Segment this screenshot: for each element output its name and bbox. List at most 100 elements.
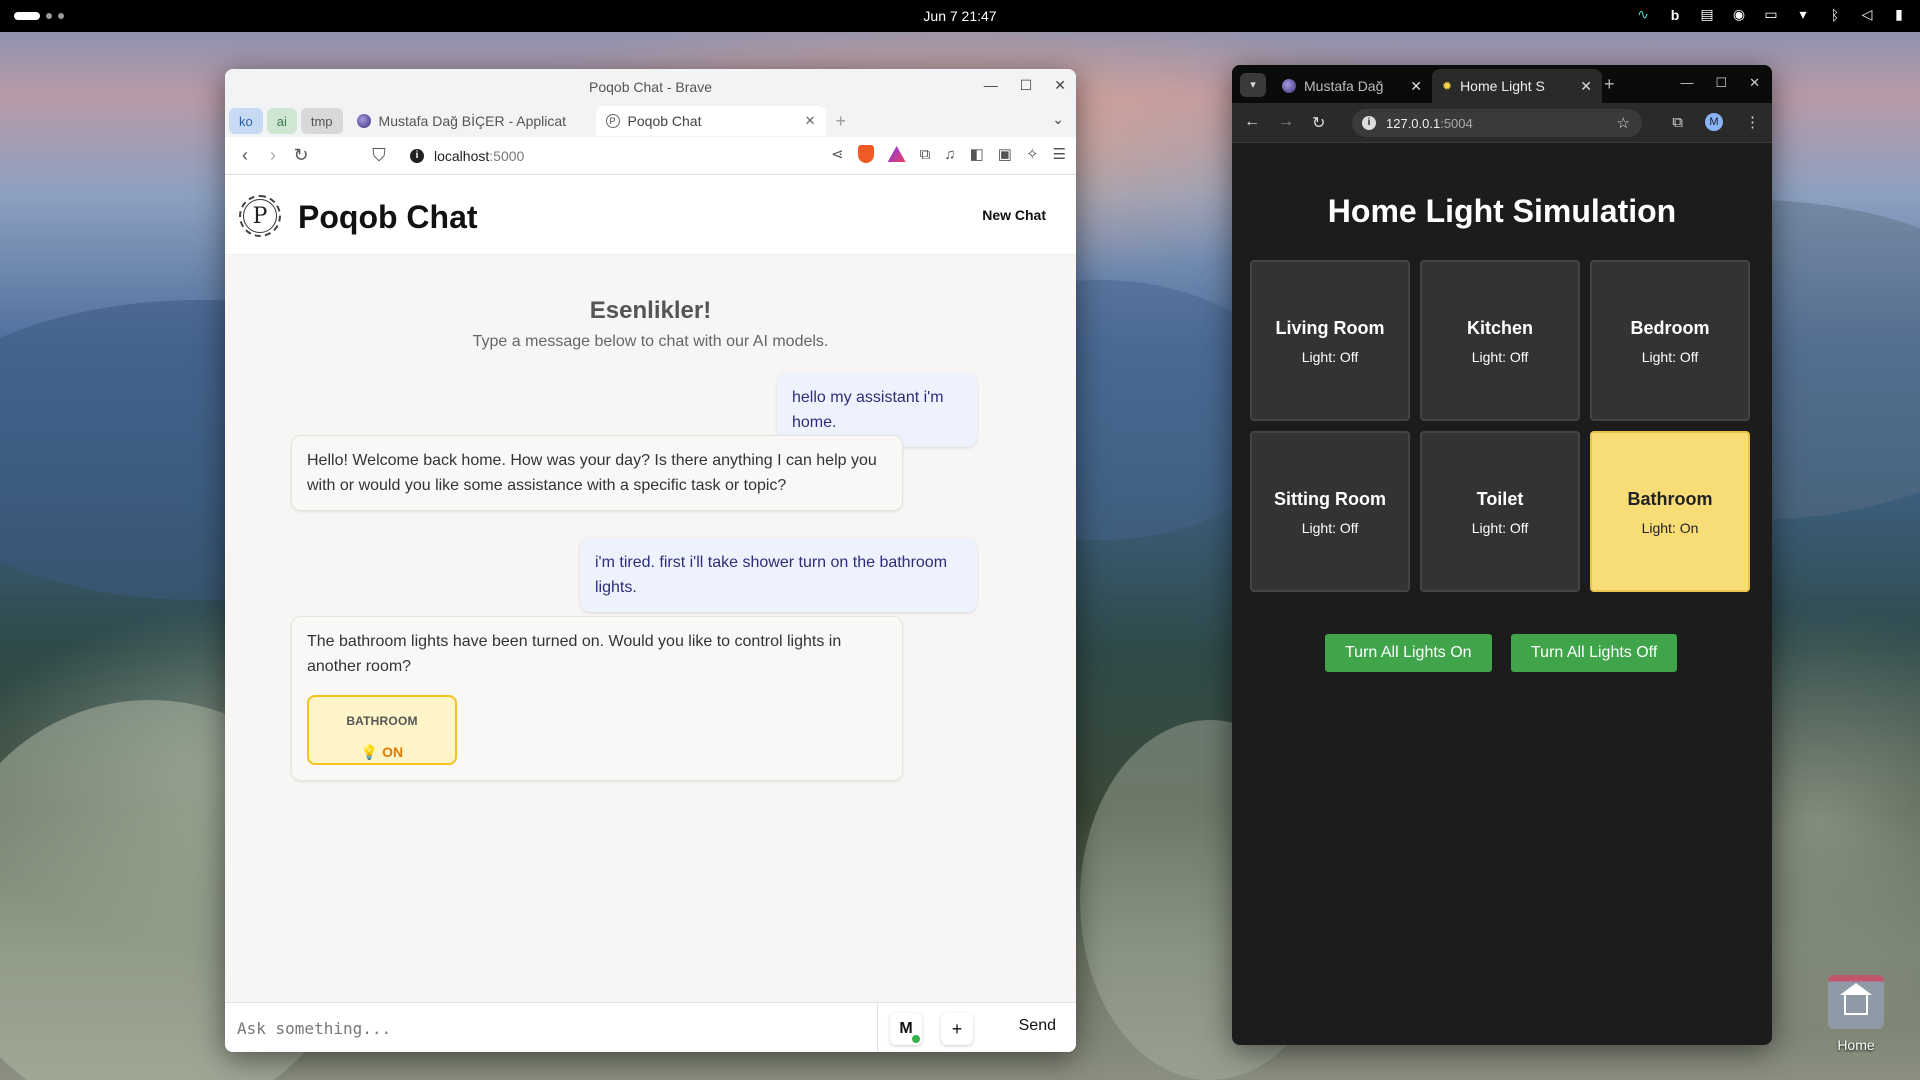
- chat-input-bar: M + Send: [225, 1002, 1076, 1052]
- reload-icon[interactable]: ↻: [287, 145, 315, 166]
- room-card-kitchen[interactable]: Kitchen Light: Off: [1420, 260, 1580, 421]
- new-tab-button[interactable]: +: [1604, 74, 1615, 95]
- battery-icon[interactable]: ▮: [1892, 6, 1906, 23]
- close-icon[interactable]: ✕: [1054, 77, 1066, 94]
- window-title: Poqob Chat - Brave: [589, 79, 712, 95]
- chat-input[interactable]: [225, 1003, 878, 1052]
- maximize-icon[interactable]: ☐: [1020, 77, 1033, 94]
- assistant-message: The bathroom lights have been turned on.…: [291, 616, 903, 781]
- tab-label: Mustafa Dağ: [1304, 78, 1384, 94]
- tab-poqob-chat[interactable]: P Poqob Chat ✕: [595, 106, 826, 136]
- tab-strip: ko ai tmp Mustafa Dağ BİÇER - Applicat P…: [225, 105, 1076, 137]
- media-icon[interactable]: ♫: [944, 146, 955, 163]
- room-light-state: Light: Off: [1301, 349, 1359, 365]
- globe-icon: [356, 114, 371, 128]
- menu-icon[interactable]: ⋮: [1745, 113, 1760, 131]
- room-card-bedroom[interactable]: Bedroom Light: Off: [1590, 260, 1750, 421]
- forward-icon[interactable]: ›: [259, 145, 287, 166]
- system-top-bar: Jun 7 21:47 ∿ b ▤ ◉ ▭ ▾ ᛒ ◁ ▮: [0, 0, 1920, 32]
- sidebar-icon[interactable]: ◧: [970, 145, 984, 163]
- maximize-icon[interactable]: ☐: [1715, 75, 1727, 91]
- bing-icon[interactable]: b: [1668, 7, 1682, 23]
- clipboard-icon[interactable]: ▤: [1700, 6, 1714, 23]
- wifi-icon[interactable]: ▾: [1796, 6, 1810, 23]
- wallet-icon[interactable]: ▣: [998, 145, 1012, 163]
- poqob-favicon: P: [605, 114, 620, 128]
- steam-icon[interactable]: ◉: [1732, 6, 1746, 23]
- turn-all-lights-off-button[interactable]: Turn All Lights Off: [1511, 634, 1678, 672]
- close-icon[interactable]: ✕: [1749, 75, 1760, 91]
- tab-search-chevron-icon[interactable]: ⌄: [1052, 111, 1064, 128]
- minimize-icon[interactable]: —: [1680, 75, 1693, 91]
- url-port: :5004: [1440, 115, 1473, 131]
- tab-group-ko[interactable]: ko: [229, 108, 263, 134]
- menu-icon[interactable]: ☰: [1053, 145, 1066, 163]
- close-tab-icon[interactable]: ✕: [1410, 78, 1422, 95]
- brave-shields-icon[interactable]: [857, 145, 874, 163]
- extensions-icon[interactable]: ⧉: [1672, 114, 1683, 131]
- url-port: :5000: [489, 148, 525, 164]
- greeting-subtitle: Type a message below to chat with our AI…: [472, 333, 829, 350]
- globe-icon: [1282, 79, 1296, 93]
- poqob-logo: P: [239, 195, 281, 237]
- user-message: i'm tired. first i'll take shower turn o…: [580, 538, 977, 612]
- model-select-button[interactable]: M: [890, 1013, 922, 1045]
- forward-icon[interactable]: →: [1278, 113, 1294, 133]
- tab-group-tmp[interactable]: tmp: [300, 108, 343, 134]
- home-folder-icon[interactable]: [1828, 975, 1884, 1029]
- avatar[interactable]: M: [1705, 113, 1723, 131]
- light-card-state: 💡 ON: [360, 744, 404, 760]
- address-bar[interactable]: i localhost:5000: [410, 144, 524, 168]
- room-name: Kitchen: [1466, 318, 1533, 338]
- close-tab-icon[interactable]: ✕: [1580, 78, 1592, 95]
- app-title: Poqob Chat: [298, 199, 478, 235]
- system-tray[interactable]: ∿ b ▤ ◉ ▭ ▾ ᛒ ◁ ▮: [1636, 6, 1906, 23]
- tab-mustafa[interactable]: Mustafa Dağ BİÇER - Applicat: [347, 106, 592, 136]
- minimize-icon[interactable]: —: [984, 77, 998, 94]
- new-tab-button[interactable]: +: [836, 111, 847, 132]
- turn-all-lights-on-button[interactable]: Turn All Lights On: [1325, 634, 1492, 672]
- window-titlebar[interactable]: Poqob Chat - Brave — ☐ ✕: [225, 69, 1076, 105]
- room-name: Living Room: [1275, 318, 1385, 338]
- clock[interactable]: Jun 7 21:47: [0, 8, 1920, 24]
- room-card-toilet[interactable]: Toilet Light: Off: [1420, 431, 1580, 592]
- share-icon[interactable]: ⋖: [831, 145, 844, 163]
- new-chat-button[interactable]: New Chat: [982, 207, 1046, 223]
- tab-search-chevron-icon[interactable]: ▾: [1240, 73, 1266, 97]
- close-tab-icon[interactable]: ✕: [805, 113, 816, 129]
- leo-ai-icon[interactable]: ✧: [1026, 145, 1039, 163]
- bookmark-icon[interactable]: ⛉: [365, 145, 393, 166]
- room-name: Bathroom: [1627, 489, 1713, 509]
- browser-toolbar: ← → ↻ i 127.0.0.1:5004 ☆ ⧉ M ⋮: [1232, 103, 1772, 143]
- tab-strip: ▾ Mustafa Dağ ✕ ✹ Home Light S ✕ + — ☐ ✕: [1232, 65, 1772, 103]
- room-light-state: Light: Off: [1301, 520, 1359, 536]
- extensions-icon[interactable]: ⧉: [920, 146, 931, 163]
- tab-group-ai[interactable]: ai: [266, 108, 297, 134]
- send-button[interactable]: Send: [1019, 1017, 1056, 1035]
- room-light-state: Light: Off: [1471, 349, 1529, 365]
- attach-button[interactable]: +: [941, 1013, 973, 1045]
- tab-mustafa[interactable]: Mustafa Dağ ✕: [1272, 69, 1432, 103]
- bookmark-star-icon[interactable]: ☆: [1617, 114, 1630, 132]
- assistant-message: Hello! Welcome back home. How was your d…: [291, 435, 903, 511]
- brave-rewards-icon[interactable]: [887, 146, 906, 162]
- browser-toolbar: ‹ › ↻ ⛉ i localhost:5000 ⋖ ⧉ ♫ ◧ ▣ ✧ ☰: [225, 137, 1076, 175]
- cursor-icon[interactable]: ∿: [1636, 6, 1650, 23]
- room-card-sitting-room[interactable]: Sitting Room Light: Off: [1250, 431, 1410, 592]
- volume-icon[interactable]: ◁: [1860, 6, 1874, 23]
- home-folder-label[interactable]: Home: [1810, 1037, 1902, 1053]
- room-card-living-room[interactable]: Living Room Light: Off: [1250, 260, 1410, 421]
- address-bar[interactable]: i 127.0.0.1:5004 ☆: [1352, 109, 1642, 137]
- reload-icon[interactable]: ↻: [1312, 113, 1325, 133]
- room-light-state: Light: Off: [1641, 349, 1699, 365]
- site-info-icon[interactable]: i: [1362, 116, 1376, 130]
- screen-icon[interactable]: ▭: [1764, 6, 1778, 23]
- back-icon[interactable]: ←: [1244, 113, 1260, 133]
- back-icon[interactable]: ‹: [231, 145, 259, 166]
- room-card-bathroom[interactable]: Bathroom Light: On: [1590, 431, 1750, 592]
- tab-home-light[interactable]: ✹ Home Light S ✕: [1432, 69, 1602, 103]
- assistant-message-text: The bathroom lights have been turned on.…: [307, 633, 842, 675]
- bluetooth-icon[interactable]: ᛒ: [1828, 7, 1842, 23]
- site-info-icon[interactable]: i: [410, 149, 424, 163]
- chat-area: Esenlikler! Type a message below to chat…: [225, 255, 1076, 1002]
